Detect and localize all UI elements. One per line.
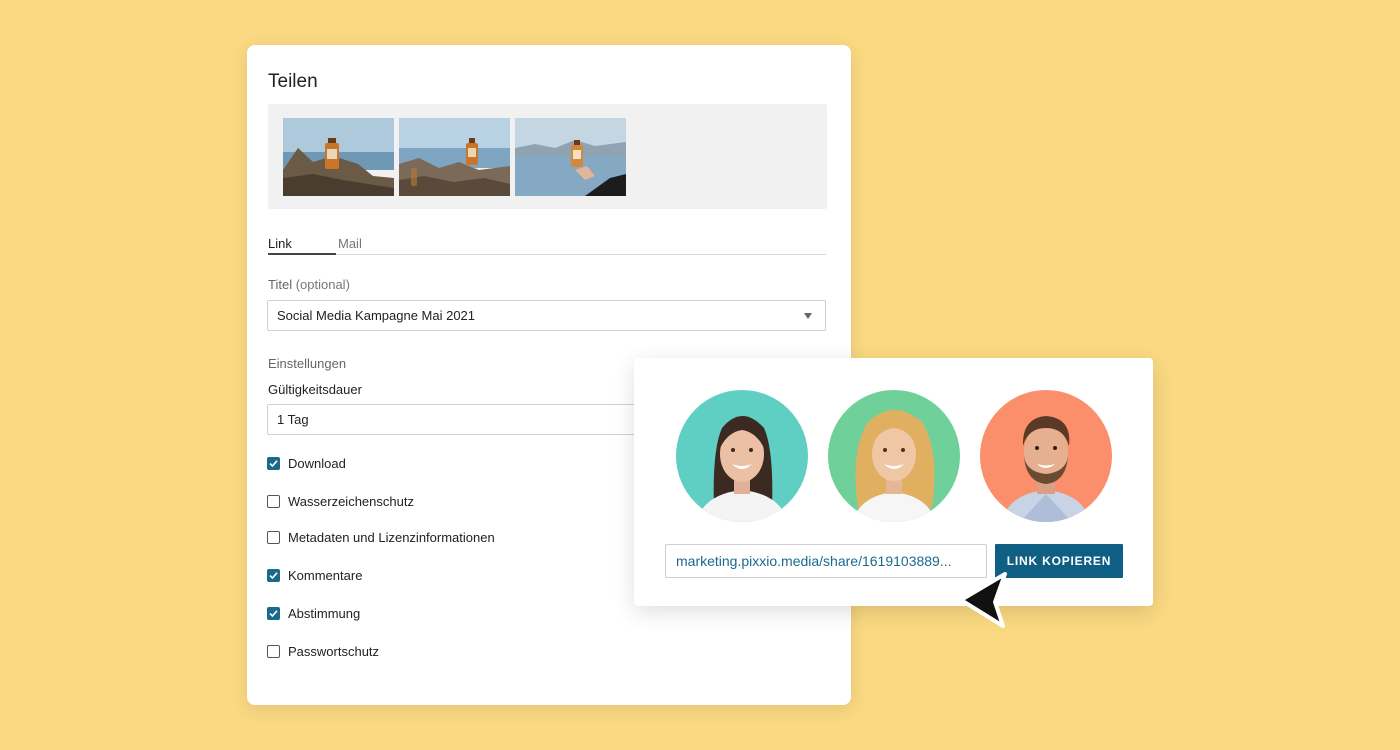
option-metadata-label: Metadaten und Lizenzinformationen — [288, 530, 495, 545]
validity-select[interactable]: 1 Tag — [267, 404, 667, 435]
title-field-label: Titel (optional) — [268, 277, 350, 292]
validity-select-value: 1 Tag — [277, 412, 309, 427]
checkbox-metadata[interactable] — [267, 531, 280, 544]
option-voting-label: Abstimmung — [288, 606, 361, 621]
option-comments-label: Kommentare — [288, 568, 363, 583]
dialog-title: Teilen — [268, 71, 318, 92]
share-link-popup: marketing.pixxio.media/share/1619103889.… — [634, 358, 1153, 606]
tab-mail[interactable]: Mail — [338, 236, 362, 251]
avatar-woman-blonde — [828, 390, 960, 522]
settings-heading: Einstellungen — [268, 356, 347, 371]
title-label-optional: (optional) — [295, 277, 350, 292]
chevron-down-icon — [804, 313, 812, 319]
checkbox-voting[interactable] — [267, 607, 280, 620]
thumbnail-bottle-hand[interactable] — [515, 118, 626, 196]
option-watermark-label: Wasserzeichenschutz — [288, 494, 414, 509]
check-icon — [269, 572, 278, 580]
thumbnail-strip — [268, 104, 827, 209]
share-link-input[interactable]: marketing.pixxio.media/share/1619103889.… — [665, 544, 987, 578]
check-icon — [269, 610, 278, 618]
check-icon — [269, 460, 278, 468]
checkbox-comments[interactable] — [267, 569, 280, 582]
title-select-value: Social Media Kampagne Mai 2021 — [277, 308, 476, 323]
share-tabs: Link Mail — [268, 235, 826, 255]
avatar-woman-dark-hair — [676, 390, 808, 522]
tab-link[interactable]: Link — [268, 236, 292, 251]
checkbox-download[interactable] — [267, 457, 280, 470]
title-select[interactable]: Social Media Kampagne Mai 2021 — [267, 300, 826, 331]
checkbox-password[interactable] — [267, 645, 280, 658]
copy-link-button[interactable]: LINK KOPIEREN — [995, 544, 1123, 578]
title-label-text: Titel — [268, 277, 293, 292]
checkbox-watermark[interactable] — [267, 495, 280, 508]
option-password-label: Passwortschutz — [288, 644, 380, 659]
active-tab-indicator — [268, 253, 336, 255]
option-download-label: Download — [288, 456, 346, 471]
avatar-man-beard — [980, 390, 1112, 522]
thumbnail-bottle-cliff-1[interactable] — [283, 118, 394, 196]
mouse-pointer-icon — [959, 572, 1007, 628]
thumbnail-bottle-cliff-2[interactable] — [399, 118, 510, 196]
validity-label: Gültigkeitsdauer — [268, 382, 362, 397]
